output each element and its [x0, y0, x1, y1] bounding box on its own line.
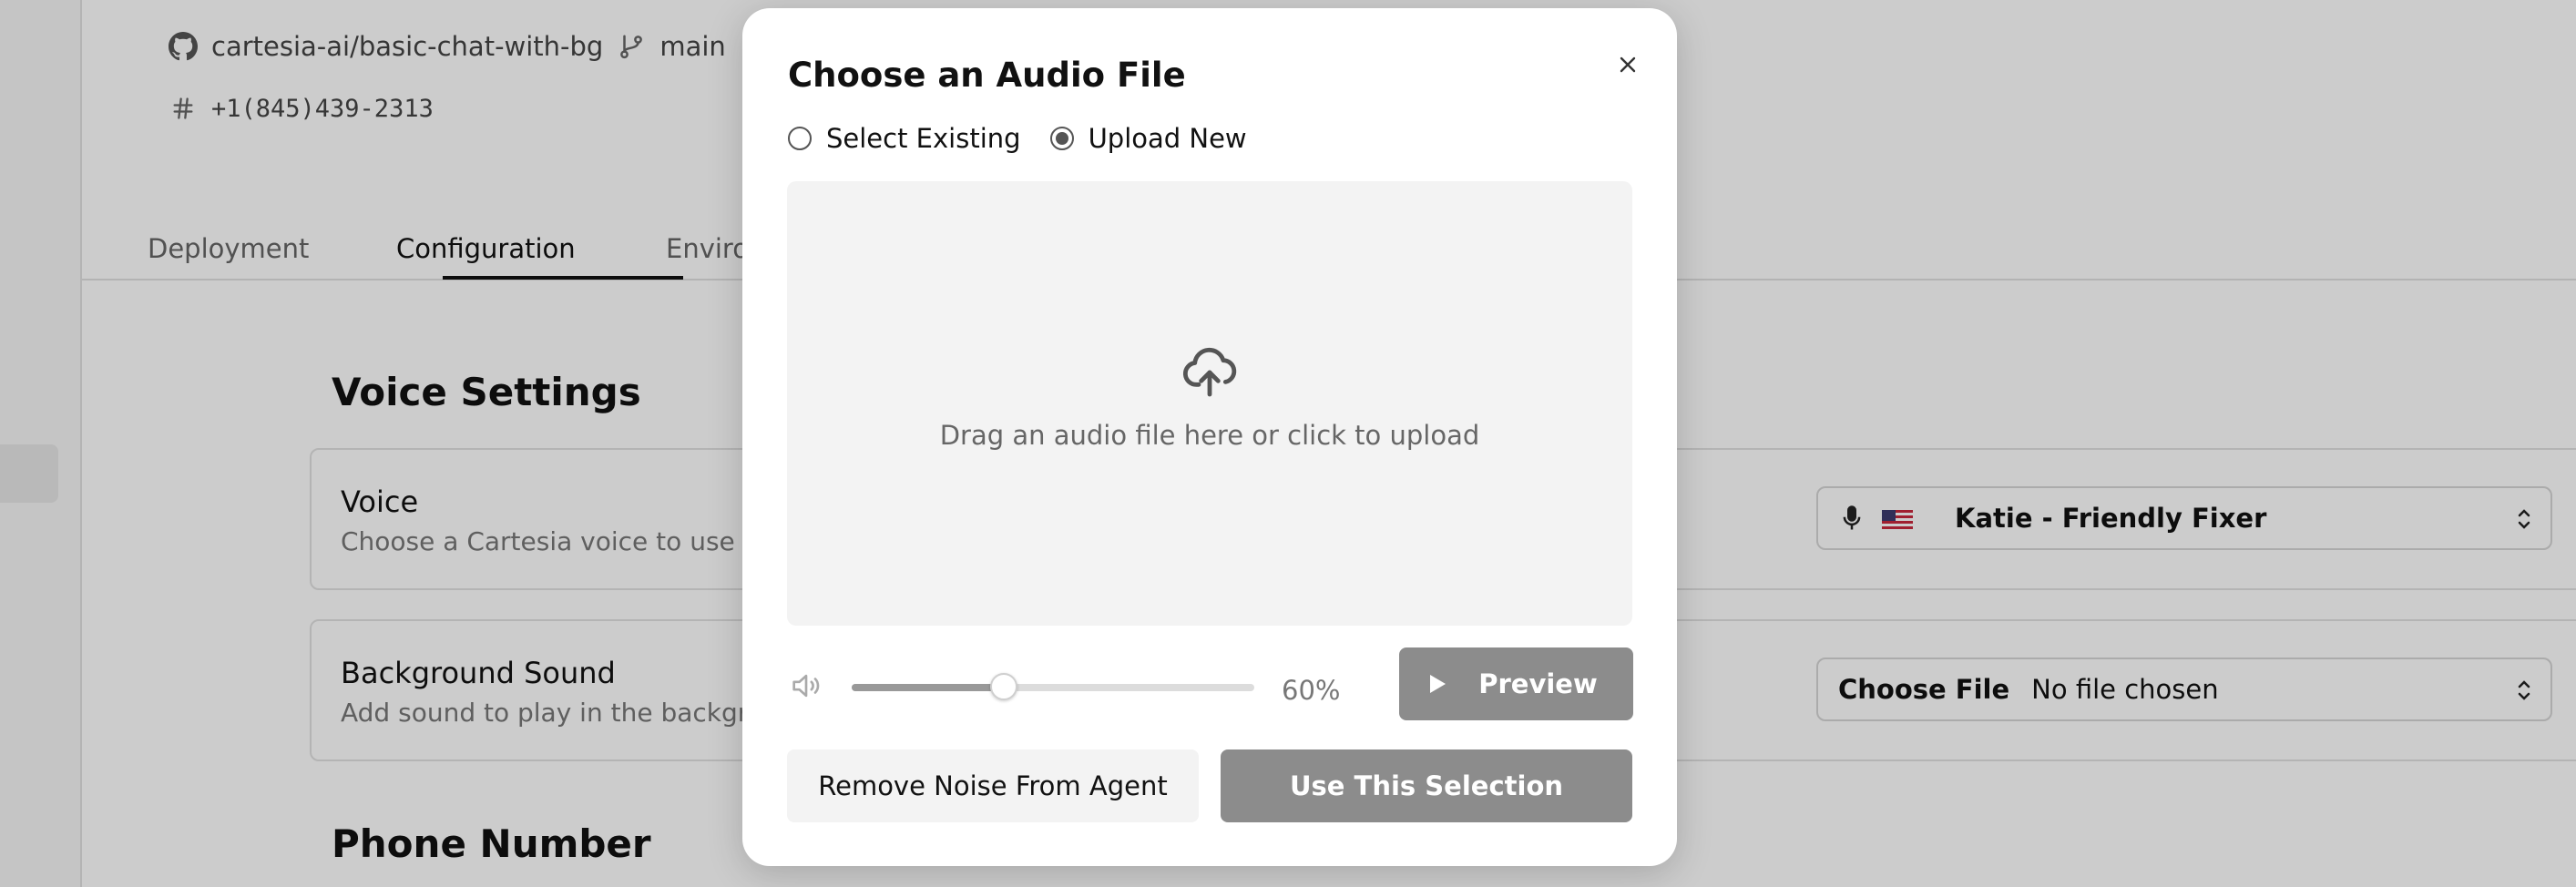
volume-icon[interactable] — [788, 668, 824, 704]
volume-percentage: 60% — [1282, 675, 1341, 706]
slider-thumb[interactable] — [990, 673, 1018, 700]
dropzone-text: Drag an audio file here or click to uplo… — [939, 420, 1480, 451]
upload-dropzone[interactable]: Drag an audio file here or click to uplo… — [787, 181, 1632, 626]
preview-button[interactable]: Preview — [1399, 647, 1633, 720]
slider-fill — [852, 684, 1005, 691]
radio-circle[interactable] — [1049, 127, 1074, 150]
audio-file-dialog: Choose an Audio File Select Existing Upl… — [742, 8, 1677, 866]
radio-upload-new[interactable]: Upload New — [1049, 123, 1247, 154]
volume-slider[interactable] — [852, 673, 1254, 700]
radio-label: Select Existing — [826, 123, 1021, 154]
play-icon — [1430, 675, 1446, 693]
dialog-title: Choose an Audio File — [788, 56, 1186, 95]
remove-noise-button[interactable]: Remove Noise From Agent — [787, 749, 1199, 822]
source-radio-group: Select Existing Upload New — [788, 123, 1247, 154]
close-button[interactable] — [1608, 45, 1648, 85]
radio-select-existing[interactable]: Select Existing — [788, 123, 1021, 154]
cloud-upload-icon — [1182, 347, 1237, 397]
radio-label: Upload New — [1088, 123, 1247, 154]
preview-label: Preview — [1478, 668, 1598, 699]
use-selection-button[interactable]: Use This Selection — [1221, 749, 1632, 822]
radio-circle[interactable] — [788, 127, 812, 150]
close-icon — [1620, 56, 1636, 73]
